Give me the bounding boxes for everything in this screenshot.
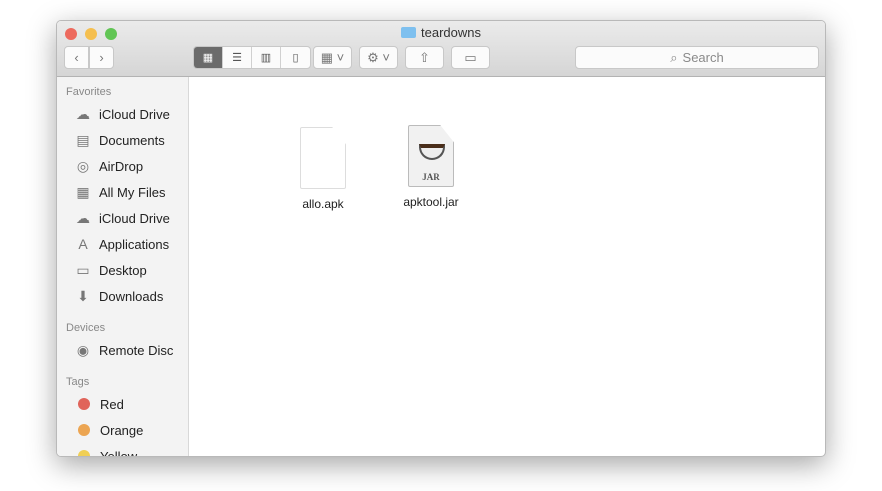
sidebar-item-red[interactable]: Red — [57, 391, 188, 417]
sidebar-item-label: Yellow — [100, 448, 138, 457]
sidebar-item-label: iCloud Drive — [99, 106, 170, 122]
sidebar-item-label: Orange — [100, 422, 144, 438]
sidebar-item-icloud-drive[interactable]: ☁ iCloud Drive — [57, 205, 188, 231]
sidebar-item-label: Applications — [99, 236, 170, 252]
jar-badge: JAR — [422, 172, 440, 182]
back-button[interactable]: ‹ — [64, 46, 89, 69]
sidebar-item-downloads[interactable]: ⬇ Downloads — [57, 283, 188, 309]
devices-header: Devices — [66, 322, 106, 334]
jar-file-icon: JAR — [408, 125, 454, 187]
search-input[interactable]: ⌕ Search — [575, 46, 819, 69]
sidebar-item-label: Desktop — [99, 262, 147, 278]
sidebar-item-label: All My Files — [99, 184, 166, 200]
column-view-button[interactable]: ▥ — [252, 47, 281, 68]
action-gear-button[interactable]: ⚙ ˅ — [359, 46, 398, 69]
sidebar-item-applications[interactable]: A Applications — [57, 231, 188, 257]
sidebar-item-label: AirDrop — [99, 158, 144, 174]
toolbar: teardowns ‹ › ▦ ☰ ▥ ▯ ▦ ˅ ⚙ ˅ ⇧ ▭ ⌕ Searc… — [57, 21, 825, 77]
tag-color-icon — [78, 398, 90, 410]
sidebar: Favorites ☁ iCloud Drive ▤ Documents ◎ AirDro… — [57, 77, 189, 456]
tags-button[interactable]: ▭ — [451, 46, 490, 69]
title-text: teardowns — [421, 25, 481, 40]
file-name: allo.apk — [302, 197, 344, 211]
desktop-icon: ▭ — [76, 261, 90, 278]
search-placeholder: Search — [682, 50, 724, 65]
sidebar-item-label: Red — [100, 396, 124, 412]
downloads-icon: ⬇ — [77, 287, 89, 304]
tags-header: Tags — [66, 376, 90, 388]
sidebar-item-remote-disc[interactable]: ◉ Remote Disc — [57, 337, 188, 363]
sidebar-item-label: Downloads — [99, 288, 164, 304]
generic-file-icon — [300, 127, 346, 189]
sidebar-item-icloud-drive[interactable]: ☁ iCloud Drive — [57, 101, 188, 127]
sidebar-item-airdrop[interactable]: ◎ AirDrop — [57, 153, 188, 179]
sidebar-item-all-my-files[interactable]: ▦ All My Files — [57, 179, 188, 205]
sidebar-item-desktop[interactable]: ▭ Desktop — [57, 257, 188, 283]
file-allo-apk[interactable]: allo.apk — [283, 127, 363, 211]
documents-icon: ▤ — [76, 131, 90, 148]
cloud-icon: ☁ — [76, 105, 90, 122]
applications-icon: A — [78, 236, 88, 252]
coffee-cup-icon — [419, 144, 445, 160]
cover-flow-button[interactable]: ▯ — [281, 47, 310, 68]
tag-color-icon — [78, 424, 90, 436]
list-view-button[interactable]: ☰ — [223, 47, 252, 68]
arrange-button[interactable]: ▦ ˅ — [313, 46, 352, 69]
sidebar-item-orange[interactable]: Orange — [57, 417, 188, 443]
forward-button[interactable]: › — [89, 46, 114, 69]
sidebar-item-label: Documents — [99, 132, 165, 148]
sidebar-item-label: iCloud Drive — [99, 210, 170, 226]
window-title: teardowns — [57, 25, 825, 40]
all-files-icon: ▦ — [76, 183, 90, 200]
airdrop-icon: ◎ — [76, 157, 90, 174]
folder-icon — [401, 27, 416, 38]
file-apktool-jar[interactable]: JAR apktool.jar — [391, 125, 471, 209]
search-icon: ⌕ — [670, 49, 678, 65]
tag-color-icon — [78, 450, 90, 456]
finder-window: teardowns ‹ › ▦ ☰ ▥ ▯ ▦ ˅ ⚙ ˅ ⇧ ▭ ⌕ Searc… — [56, 20, 826, 457]
share-button[interactable]: ⇧ — [405, 46, 444, 69]
sidebar-item-label: Remote Disc — [99, 342, 174, 358]
icon-view-button[interactable]: ▦ — [194, 47, 223, 68]
file-name: apktool.jar — [403, 195, 459, 209]
cloud-icon: ☁ — [76, 209, 90, 226]
sidebar-item-documents[interactable]: ▤ Documents — [57, 127, 188, 153]
disc-icon: ◉ — [76, 341, 90, 358]
favorites-header: Favorites — [66, 86, 112, 98]
sidebar-item-yellow[interactable]: Yellow — [57, 443, 188, 457]
view-mode-control: ▦ ☰ ▥ ▯ — [193, 46, 311, 69]
